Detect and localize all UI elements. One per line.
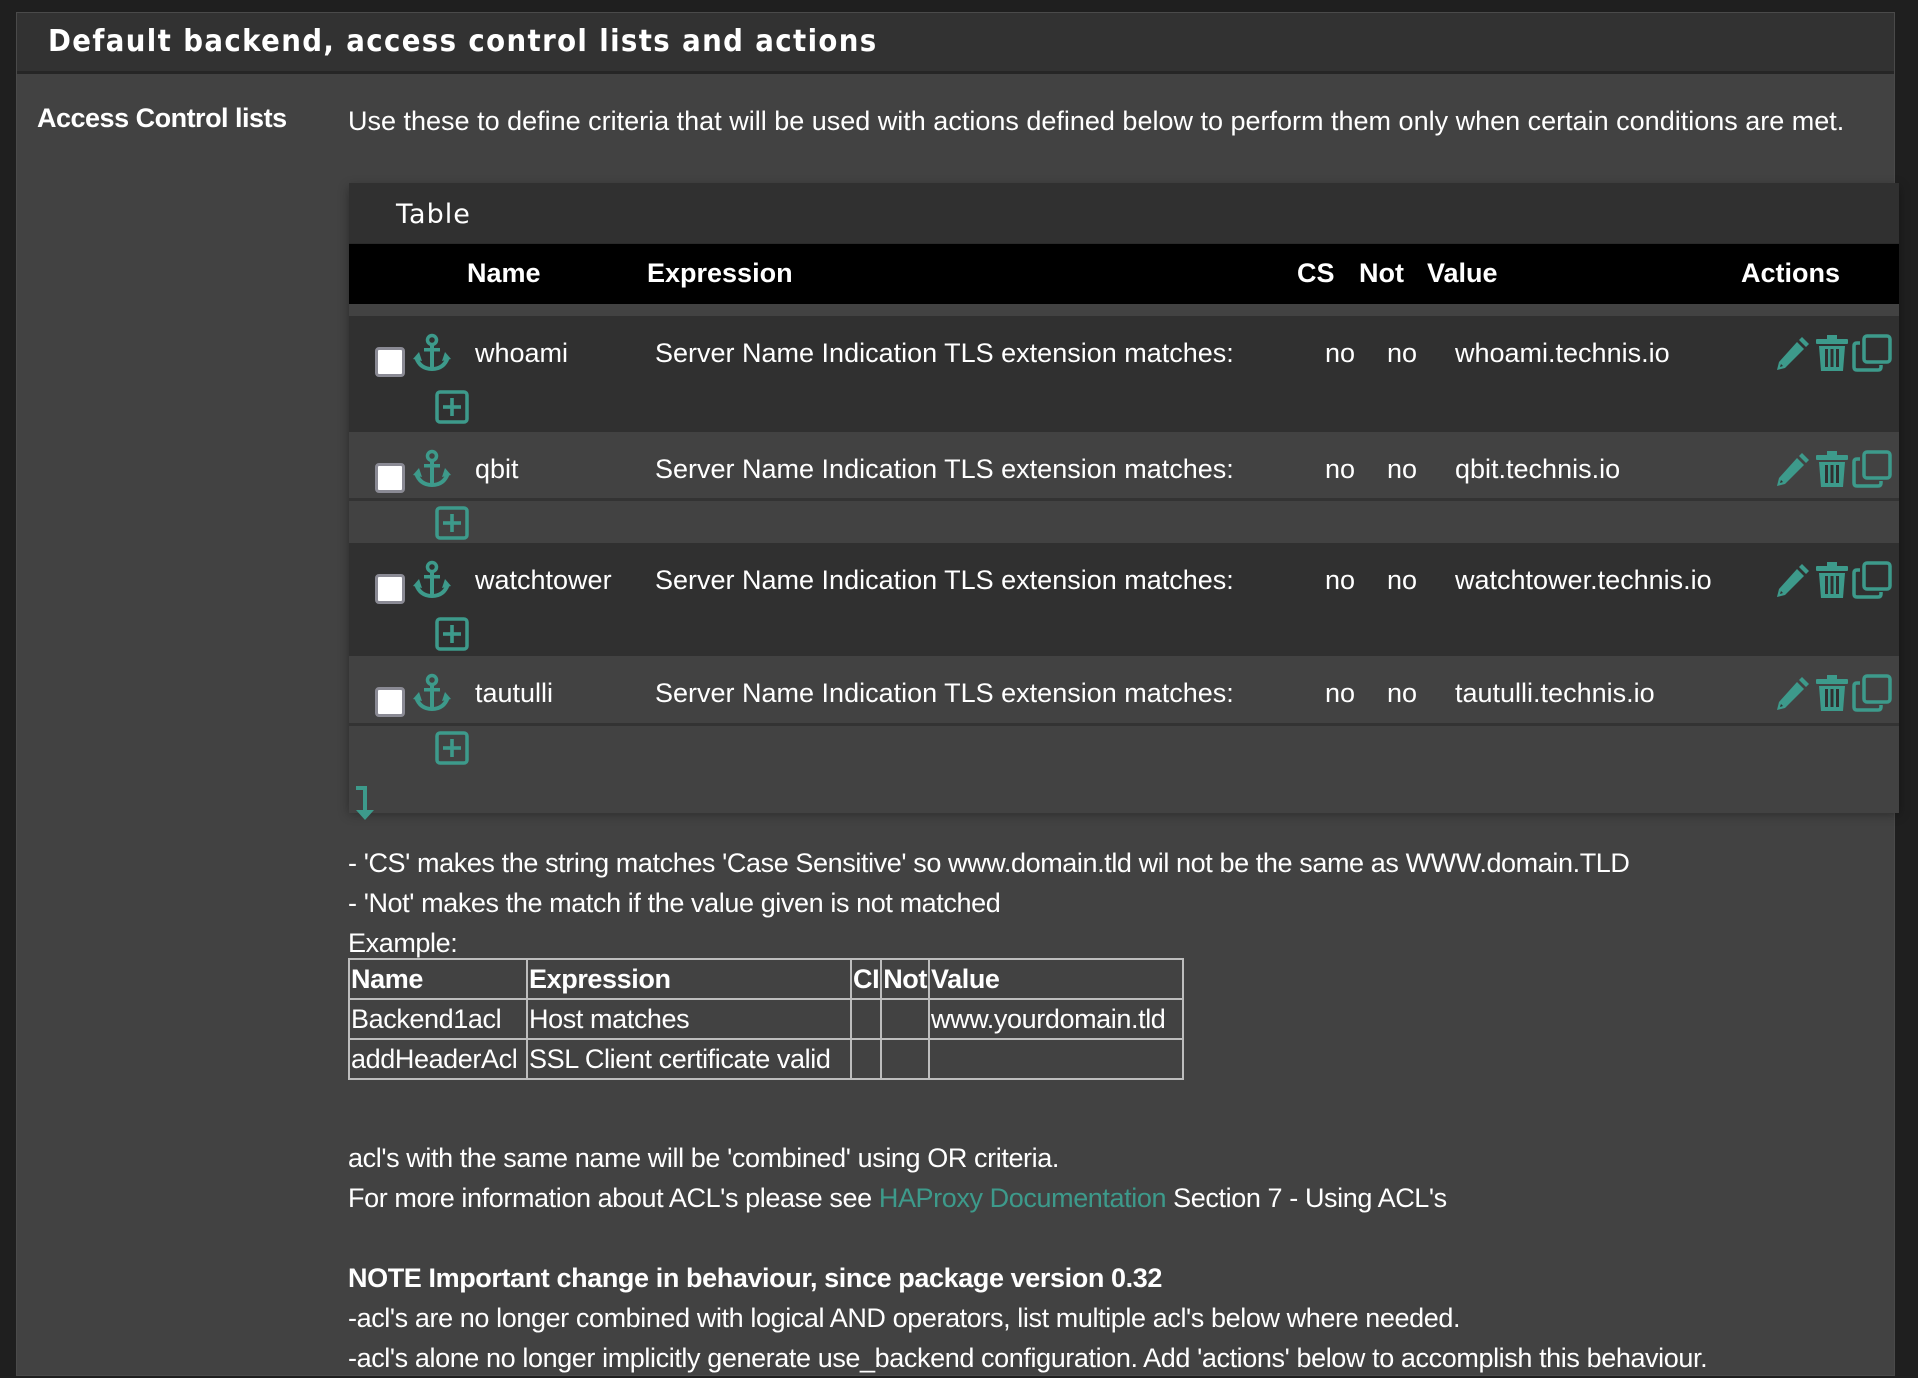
note-line-1: -acl's are no longer combined with logic… [348,1303,1461,1333]
trash-icon[interactable] [1815,674,1849,712]
example-header-name: Name [348,958,528,1000]
cell-not: no [1387,565,1418,595]
not-note: - 'Not' makes the match if the value giv… [348,888,1001,918]
example-header-value: Value [928,958,1184,1000]
table-heading-text: Table [396,199,471,230]
insert-row-area [349,501,1899,546]
example-cell [849,998,883,1040]
column-header-value: Value [1427,258,1498,288]
table-header-row: Name Expression CS Not Value Actions [349,244,1899,304]
example-header-ci: CI [849,958,883,1000]
pencil-icon[interactable] [1774,561,1812,599]
cell-not: no [1387,338,1418,368]
insert-row-area [349,726,1899,813]
more-info-line: For more information about ACL's please … [348,1178,1447,1218]
cell-value: tautulli.technis.io [1455,678,1655,708]
cell-name: watchtower [475,565,612,595]
example-table: Name Expression CI Not Value Backend1acl… [348,958,1184,1080]
pencil-icon[interactable] [1774,450,1812,488]
table-row: qbit Server Name Indication TLS extension… [349,432,1899,498]
example-cell [928,1038,1184,1080]
cs-note: - 'CS' makes the string matches 'Case Se… [348,848,1630,878]
column-header-cs: CS [1297,258,1335,288]
cell-expression: Server Name Indication TLS extension mat… [655,565,1234,595]
note-title: NOTE Important change in behaviour, sinc… [348,1263,1162,1293]
haproxy-documentation-link[interactable]: HAProxy Documentation [879,1183,1167,1213]
example-cell: addHeaderAcl [348,1038,528,1080]
table-row: watchtower Server Name Indication TLS ext… [349,543,1899,656]
cell-expression: Server Name Indication TLS extension mat… [655,678,1234,708]
example-table-row: Backend1acl Host matches www.yourdomain.… [348,998,1184,1040]
column-header-actions: Actions [1741,258,1841,288]
trash-icon[interactable] [1815,450,1849,488]
cell-value: watchtower.technis.io [1455,565,1712,595]
table-row: tautulli Server Name Indication TLS exten… [349,656,1899,723]
pencil-icon[interactable] [1774,334,1812,372]
plus-square-icon[interactable] [435,506,469,540]
panel-title: Default backend, access control lists an… [48,24,878,59]
pencil-icon[interactable] [1774,674,1812,712]
table-row: whoami Server Name Indication TLS extensi… [349,316,1899,432]
row-checkbox[interactable] [375,574,405,604]
example-cell: Backend1acl [348,998,528,1040]
example-cell: www.yourdomain.tld [928,998,1184,1040]
combined-note: acl's with the same name will be 'combin… [348,1143,1059,1173]
cell-expression: Server Name Indication TLS extension mat… [655,338,1234,368]
anchor-icon[interactable] [412,673,452,713]
copy-icon[interactable] [1852,561,1892,599]
plus-square-icon[interactable] [435,390,469,424]
arrow-down-icon[interactable] [354,784,376,822]
copy-icon[interactable] [1852,334,1892,372]
cell-cs: no [1325,454,1356,484]
example-header-expression: Expression [526,958,852,1000]
plus-square-icon[interactable] [435,617,469,651]
cell-cs: no [1325,565,1356,595]
example-header-not: Not [880,958,930,1000]
cell-name: qbit [475,454,519,484]
column-header-expression: Expression [647,258,793,288]
example-cell [880,1038,930,1080]
cell-cs: no [1325,338,1356,368]
cell-value: whoami.technis.io [1455,338,1670,368]
example-table-row: addHeaderAcl SSL Client certificate vali… [348,1038,1184,1080]
acl-table: Table Name Expression CS Not Value Actio… [349,183,1899,820]
example-cell [849,1038,883,1080]
anchor-icon[interactable] [412,560,452,600]
cell-cs: no [1325,678,1356,708]
copy-icon[interactable] [1852,450,1892,488]
example-cell: Host matches [526,998,852,1040]
cell-name: whoami [475,338,569,368]
anchor-icon[interactable] [412,333,452,373]
row-checkbox[interactable] [375,347,405,377]
cell-name: tautulli [475,678,554,708]
note-line-2: -acl's alone no longer implicitly genera… [348,1343,1708,1373]
cell-expression: Server Name Indication TLS extension mat… [655,454,1234,484]
acl-field-label: Access Control lists [37,103,287,133]
anchor-icon[interactable] [412,449,452,489]
cell-not: no [1387,678,1418,708]
cell-not: no [1387,454,1418,484]
example-table-header: Name Expression CI Not Value [348,958,1184,1000]
example-cell [880,998,930,1040]
row-checkbox[interactable] [375,463,405,493]
more-info-prefix: For more information about ACL's please … [348,1183,879,1213]
plus-square-icon[interactable] [435,731,469,765]
example-label: Example: [348,928,458,958]
trash-icon[interactable] [1815,561,1849,599]
column-header-not: Not [1359,258,1404,288]
table-heading: Table [349,183,1899,245]
cell-value: qbit.technis.io [1455,454,1621,484]
example-cell: SSL Client certificate valid [526,1038,852,1080]
column-header-name: Name [467,258,541,288]
copy-icon[interactable] [1852,674,1892,712]
trash-icon[interactable] [1815,334,1849,372]
row-checkbox[interactable] [375,687,405,717]
panel-heading: Default backend, access control lists an… [17,13,1894,74]
more-info-suffix: Section 7 - Using ACL's [1166,1183,1447,1213]
acl-panel: Default backend, access control lists an… [16,12,1899,1376]
acl-description: Use these to define criteria that will b… [348,106,1845,136]
